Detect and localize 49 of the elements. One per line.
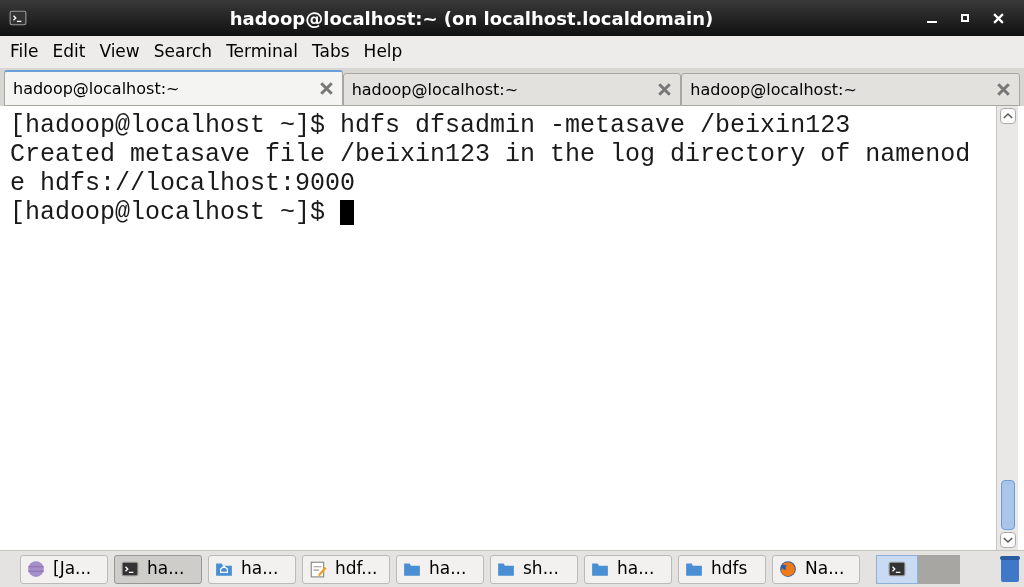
taskbar-button[interactable]: ha... — [396, 554, 484, 584]
close-icon[interactable] — [993, 12, 1004, 24]
tab[interactable]: hadoop@localhost:~ — [342, 73, 682, 106]
tab-label: hadoop@localhost:~ — [13, 77, 180, 100]
folder-icon — [685, 560, 703, 578]
tab[interactable]: hadoop@localhost:~ — [681, 73, 1020, 106]
terminal-icon — [888, 560, 906, 578]
tab-label: hadoop@localhost:~ — [690, 78, 857, 101]
maximize-icon[interactable] — [961, 14, 969, 22]
notepad-icon — [309, 560, 327, 578]
window-title: hadoop@localhost:~ (on localhost.localdomain) — [228, 6, 715, 31]
close-tab-icon[interactable] — [996, 82, 1011, 97]
taskbar-button[interactable]: sh... — [490, 554, 578, 584]
folder-icon — [403, 560, 421, 578]
scrollbar[interactable] — [996, 106, 1018, 550]
folder-icon — [591, 560, 609, 578]
taskbar-button[interactable]: ha... — [584, 554, 672, 584]
menu-item[interactable]: Terminal — [220, 39, 304, 65]
taskbar-button[interactable]: [Ja... — [20, 554, 108, 584]
browser-icon — [779, 560, 797, 578]
tab[interactable]: hadoop@localhost:~ — [4, 70, 343, 106]
terminal-line: [hadoop@localhost ~]$ hdfs dfsadmin -metasave /beixin123 — [10, 111, 851, 140]
taskbar-button[interactable]: ha... — [114, 554, 202, 584]
menu-item[interactable]: Tabs — [305, 39, 356, 65]
taskbar-button[interactable]: hdfs — [678, 554, 766, 584]
terminal-icon — [121, 560, 139, 578]
taskbar-button[interactable]: Na... — [772, 554, 860, 584]
workspace[interactable] — [876, 554, 918, 584]
scroll-up-icon[interactable] — [999, 108, 1016, 124]
scroll-down-icon[interactable] — [999, 532, 1016, 548]
terminal-icon — [8, 9, 28, 27]
menu-item[interactable]: Help — [357, 39, 409, 65]
taskbar-button[interactable]: ha... — [208, 554, 296, 584]
tab-label: hadoop@localhost:~ — [351, 78, 519, 101]
terminal-line: Created metasave file /beixin123 in the log directory of namenod — [10, 140, 971, 169]
close-tab-icon[interactable] — [657, 82, 673, 97]
menu-item[interactable]: View — [93, 39, 146, 65]
menu-item[interactable]: File — [4, 39, 45, 65]
menu-item[interactable]: Search — [147, 39, 219, 65]
sphere-icon — [27, 560, 45, 578]
folder-icon — [497, 560, 515, 578]
menu-item[interactable]: Edit — [46, 39, 92, 65]
close-tab-icon[interactable] — [318, 81, 334, 96]
scroll-thumb[interactable] — [1000, 480, 1015, 530]
terminal-line: e hdfs://localhost:9000 — [10, 169, 356, 198]
home-folder-icon — [215, 560, 233, 578]
trash-icon[interactable] — [1000, 556, 1020, 582]
taskbar-button[interactable]: hdf... — [302, 554, 390, 584]
terminal-line: [hadoop@localhost ~]$ — [10, 198, 327, 227]
